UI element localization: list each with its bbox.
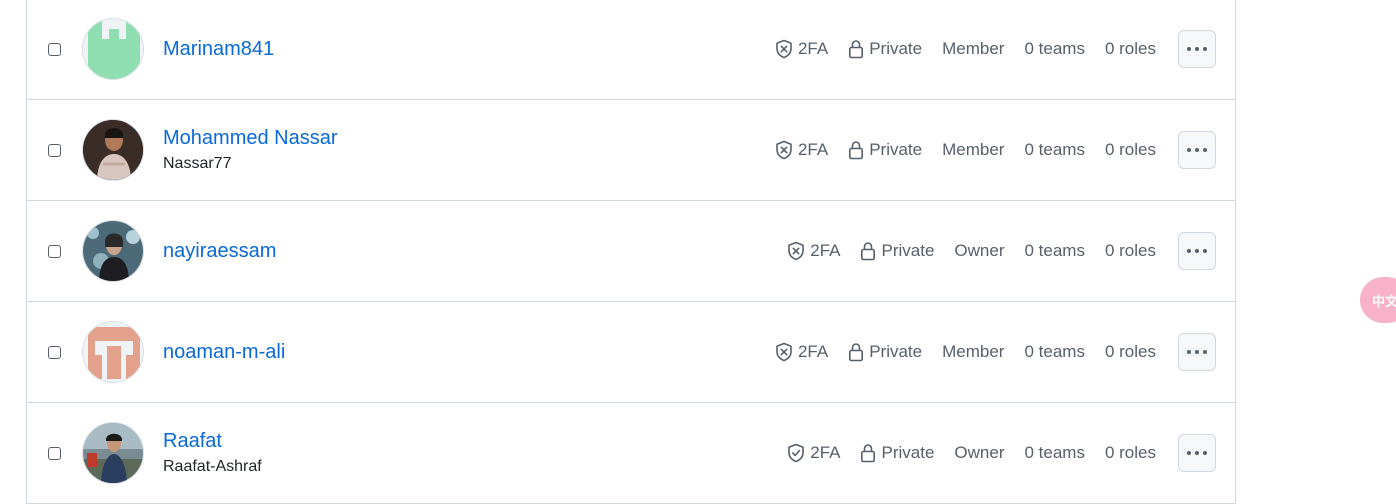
member-login: Nassar77 [163, 155, 232, 172]
member-meta: 2FA Private Member 0 teams 0 roles [775, 140, 1156, 160]
lock-icon [849, 141, 864, 160]
lock-icon [861, 444, 876, 463]
member-role: Owner [954, 241, 1005, 260]
avatar[interactable] [82, 321, 144, 383]
twofa-label: 2FA [810, 241, 841, 260]
member-names: nayiraessam [163, 239, 276, 263]
shield-x-icon [776, 342, 792, 362]
member-checkbox[interactable] [48, 143, 61, 157]
visibility: Private [860, 241, 934, 261]
twofa-label: 2FA [797, 140, 829, 159]
member-teams[interactable]: 0 teams [1024, 140, 1084, 160]
member-roles[interactable]: 0 roles [1105, 342, 1156, 362]
shield-x-icon [788, 241, 805, 261]
visibility-label: Private [869, 342, 923, 361]
member-roles[interactable]: 0 roles [1105, 39, 1156, 59]
member-row: Mohammed Nassar Nassar77 2FA Private Mem… [27, 100, 1235, 201]
member-names: Marinam841 [163, 37, 274, 61]
avatar[interactable] [82, 119, 144, 181]
avatar[interactable] [82, 422, 144, 484]
member-row: Raafat Raafat-Ashraf 2FA Private Owner 0… [27, 403, 1235, 504]
shield-x-icon [776, 140, 792, 160]
member-name-link[interactable]: noaman-m-ali [163, 340, 285, 364]
member-roles[interactable]: 0 roles [1105, 140, 1156, 160]
member-role: Owner [954, 443, 1005, 462]
translate-extension-badge[interactable]: 中文A [1360, 277, 1396, 323]
visibility: Private [848, 140, 922, 160]
twofa-label: 2FA [797, 342, 829, 361]
kebab-horizontal-icon [1187, 249, 1207, 253]
member-roles[interactable]: 0 roles [1105, 241, 1156, 261]
member-role: Member [942, 140, 1005, 159]
member-name-link[interactable]: Mohammed Nassar [163, 126, 338, 150]
shield-x-icon [776, 39, 792, 59]
kebab-horizontal-icon [1187, 350, 1207, 354]
member-list: Marinam841 2FA Private Member 0 teams 0 … [26, 0, 1236, 504]
member-teams[interactable]: 0 teams [1024, 443, 1084, 463]
avatar[interactable] [82, 220, 144, 282]
member-checkbox[interactable] [48, 345, 61, 359]
twofa-status: 2FA [787, 443, 840, 463]
visibility: Private [848, 342, 922, 362]
lock-icon [849, 40, 864, 59]
twofa-status: 2FA [787, 241, 840, 261]
member-name-link[interactable]: Raafat [163, 429, 262, 453]
member-roles[interactable]: 0 roles [1105, 443, 1156, 463]
member-meta: 2FA Private Owner 0 teams 0 roles [787, 241, 1156, 261]
member-meta: 2FA Private Owner 0 teams 0 roles [787, 443, 1156, 463]
member-meta: 2FA Private Member 0 teams 0 roles [775, 342, 1156, 362]
member-row: nayiraessam 2FA Private Owner 0 teams 0 … [27, 201, 1235, 302]
row-actions-button[interactable] [1178, 131, 1216, 169]
lock-icon [849, 343, 864, 362]
row-actions-button[interactable] [1178, 333, 1216, 371]
visibility-label: Private [881, 443, 935, 462]
lock-icon [861, 242, 876, 261]
avatar[interactable] [82, 18, 144, 80]
member-checkbox[interactable] [48, 42, 61, 56]
twofa-label: 2FA [810, 443, 841, 462]
member-name-link[interactable]: nayiraessam [163, 239, 276, 263]
member-teams[interactable]: 0 teams [1024, 241, 1084, 261]
row-actions-button[interactable] [1178, 30, 1216, 68]
member-teams[interactable]: 0 teams [1024, 39, 1084, 59]
member-names: Raafat Raafat-Ashraf [163, 429, 262, 477]
member-row: Marinam841 2FA Private Member 0 teams 0 … [27, 0, 1235, 100]
kebab-horizontal-icon [1187, 451, 1207, 455]
member-checkbox[interactable] [48, 244, 61, 258]
visibility: Private [860, 443, 934, 463]
member-login: Raafat-Ashraf [163, 458, 262, 475]
member-row: noaman-m-ali 2FA Private Member 0 teams … [27, 302, 1235, 403]
visibility-label: Private [869, 140, 923, 159]
visibility: Private [848, 39, 922, 59]
shield-check-icon [788, 443, 805, 463]
twofa-label: 2FA [797, 39, 829, 58]
member-role: Member [942, 342, 1005, 361]
row-actions-button[interactable] [1178, 232, 1216, 270]
member-names: noaman-m-ali [163, 340, 285, 364]
twofa-status: 2FA [775, 140, 828, 160]
member-teams[interactable]: 0 teams [1024, 342, 1084, 362]
twofa-status: 2FA [775, 342, 828, 362]
visibility-label: Private [881, 241, 935, 260]
member-names: Mohammed Nassar Nassar77 [163, 126, 338, 174]
row-actions-button[interactable] [1178, 434, 1216, 472]
kebab-horizontal-icon [1187, 47, 1207, 51]
visibility-label: Private [869, 39, 923, 58]
member-role: Member [942, 39, 1005, 58]
kebab-horizontal-icon [1187, 148, 1207, 152]
member-checkbox[interactable] [48, 446, 61, 460]
member-name-link[interactable]: Marinam841 [163, 37, 274, 61]
member-meta: 2FA Private Member 0 teams 0 roles [775, 39, 1156, 59]
twofa-status: 2FA [775, 39, 828, 59]
